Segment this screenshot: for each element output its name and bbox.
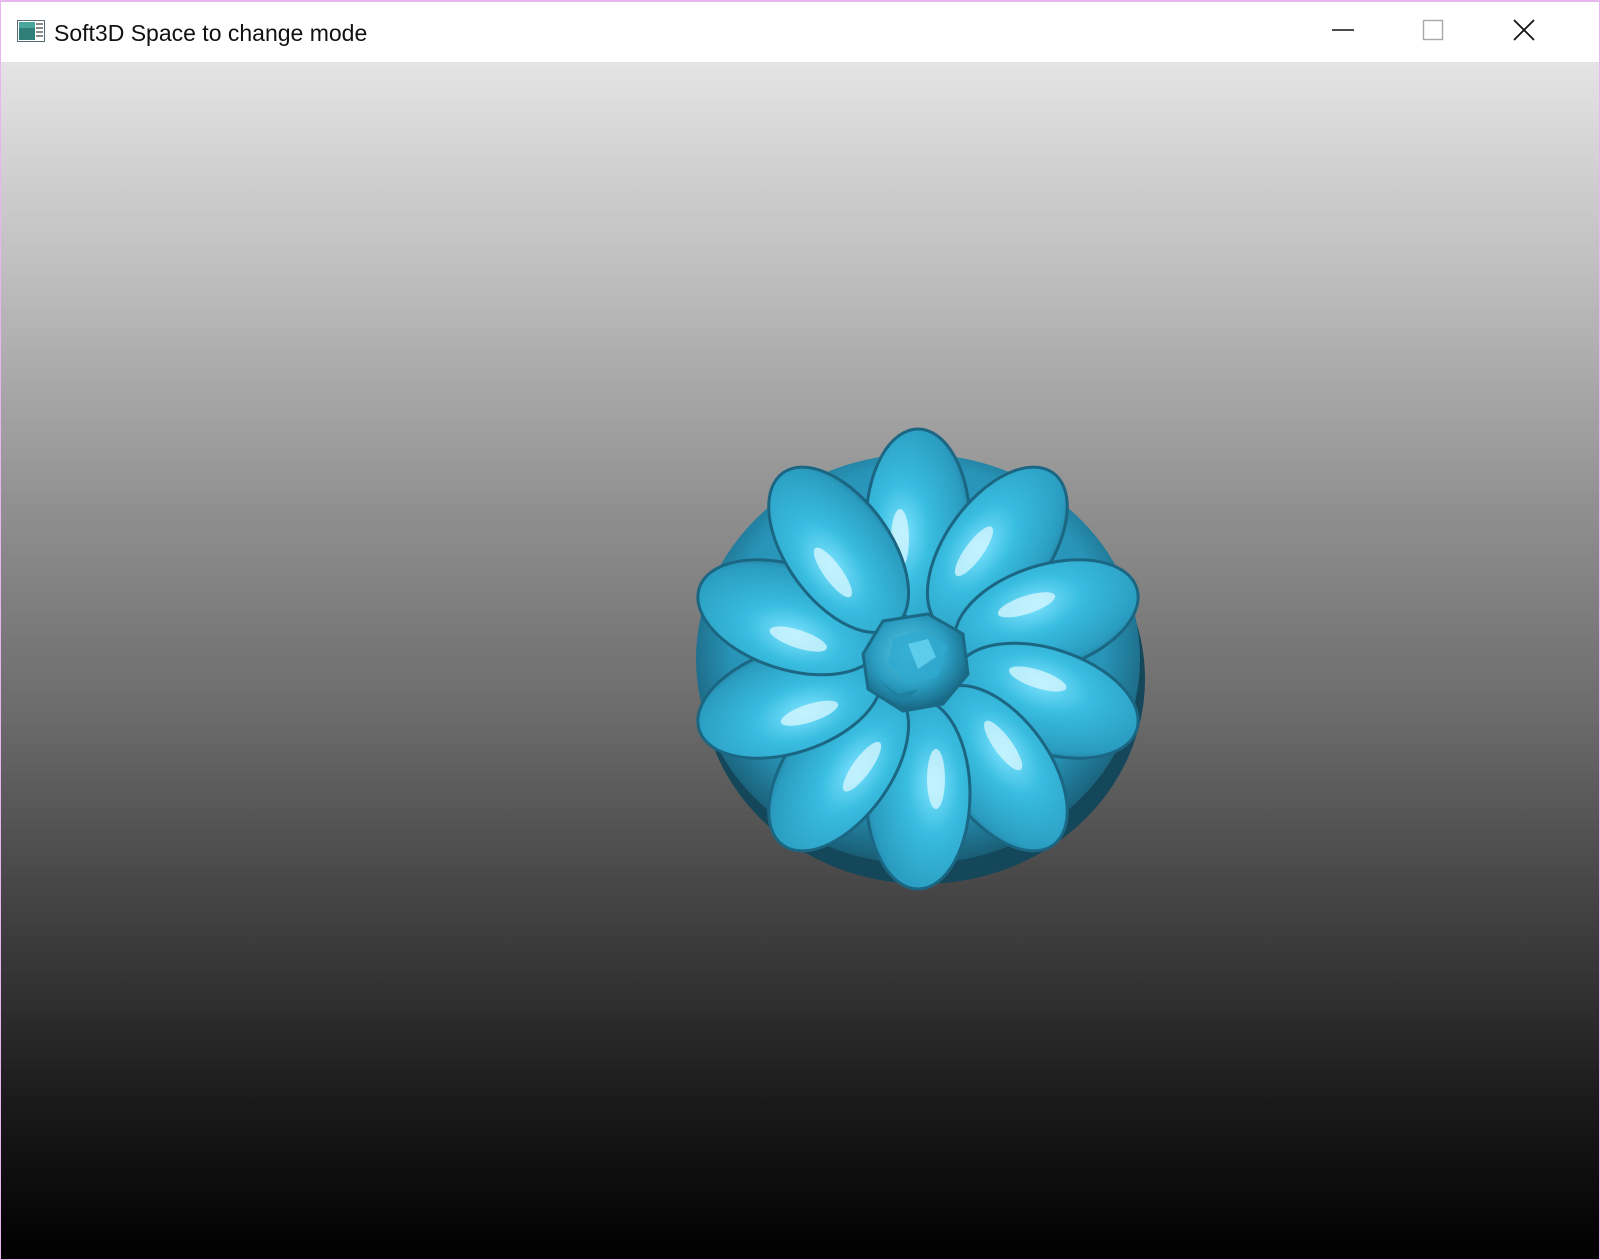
- close-icon: [1512, 18, 1536, 47]
- window-title: Soft3D Space to change mode: [54, 20, 368, 46]
- maximize-button[interactable]: [1387, 2, 1479, 62]
- minimize-icon: [1332, 19, 1354, 46]
- pumpkin-model: [696, 427, 1145, 891]
- application-window-icon: [17, 20, 45, 42]
- render-viewport[interactable]: [1, 62, 1599, 1259]
- title-bar[interactable]: Soft3D Space to change mode: [1, 2, 1599, 62]
- minimize-button[interactable]: [1297, 2, 1389, 62]
- close-button[interactable]: [1478, 2, 1570, 62]
- app-window: Soft3D Space to change mode: [0, 0, 1600, 1260]
- maximize-icon: [1422, 19, 1444, 46]
